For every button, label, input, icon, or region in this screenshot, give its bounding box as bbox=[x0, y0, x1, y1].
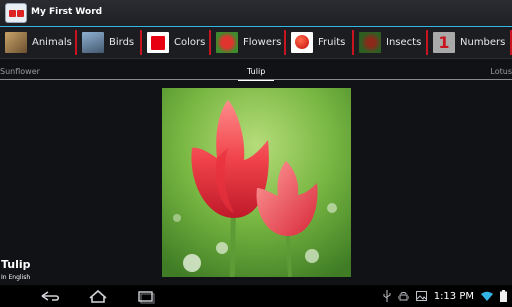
tab-fruits-label: Fruits bbox=[318, 37, 346, 48]
status-area: 1:13 PM bbox=[383, 289, 507, 303]
flowers-thumbnail-icon bbox=[216, 32, 238, 53]
tab-colors[interactable]: Colors bbox=[142, 27, 211, 58]
numbers-thumbnail-icon: 1 bbox=[433, 32, 455, 53]
android-debug-icon bbox=[397, 292, 409, 301]
home-icon[interactable] bbox=[86, 287, 110, 305]
word-title: Tulip bbox=[1, 258, 31, 271]
page-title-strip: Sunflower Tulip Lotus bbox=[0, 64, 512, 81]
birds-thumbnail-icon bbox=[82, 32, 104, 53]
tab-colors-label: Colors bbox=[174, 37, 206, 48]
pager-current[interactable]: Tulip bbox=[247, 67, 265, 76]
fruits-thumbnail-icon bbox=[291, 32, 313, 53]
action-bar: My First Word bbox=[0, 0, 512, 27]
tab-fruits[interactable]: Fruits bbox=[286, 27, 354, 58]
tab-animals[interactable]: Animals bbox=[0, 27, 77, 58]
category-tab-bar: Animals Birds Colors Flowers Fruits Inse… bbox=[0, 27, 512, 59]
logo-eye-left bbox=[9, 10, 16, 17]
photo-icon bbox=[415, 291, 427, 301]
tab-numbers-label: Numbers bbox=[460, 37, 506, 48]
tulip-illustration bbox=[162, 88, 351, 277]
app-title: My First Word bbox=[31, 7, 103, 17]
wifi-icon bbox=[481, 291, 493, 301]
battery-icon bbox=[500, 290, 507, 302]
tulip-photo[interactable] bbox=[162, 88, 351, 277]
language-label: In English bbox=[1, 274, 31, 281]
tab-insects-label: Insects bbox=[386, 37, 422, 48]
insects-thumbnail-icon bbox=[359, 32, 381, 53]
tab-flowers[interactable]: Flowers bbox=[211, 27, 286, 58]
animals-thumbnail-icon bbox=[5, 32, 27, 53]
app-logo-icon[interactable] bbox=[5, 3, 27, 23]
tab-insects[interactable]: Insects bbox=[354, 27, 428, 58]
pager-divider bbox=[0, 79, 512, 80]
pager-next[interactable]: Lotus bbox=[490, 67, 512, 76]
tab-birds[interactable]: Birds bbox=[77, 27, 142, 58]
pager-previous[interactable]: Sunflower bbox=[0, 67, 40, 76]
tab-animals-label: Animals bbox=[32, 37, 72, 48]
tab-numbers[interactable]: 1 Numbers bbox=[428, 27, 512, 58]
back-icon[interactable] bbox=[38, 287, 62, 305]
recent-apps-icon[interactable] bbox=[134, 287, 158, 305]
usb-icon bbox=[383, 290, 391, 302]
tab-birds-label: Birds bbox=[109, 37, 135, 48]
logo-eye-right bbox=[17, 10, 24, 17]
system-navigation-bar: 1:13 PM bbox=[0, 285, 512, 307]
tab-flowers-label: Flowers bbox=[243, 37, 282, 48]
status-clock: 1:13 PM bbox=[433, 290, 474, 302]
colors-thumbnail-icon bbox=[147, 32, 169, 53]
